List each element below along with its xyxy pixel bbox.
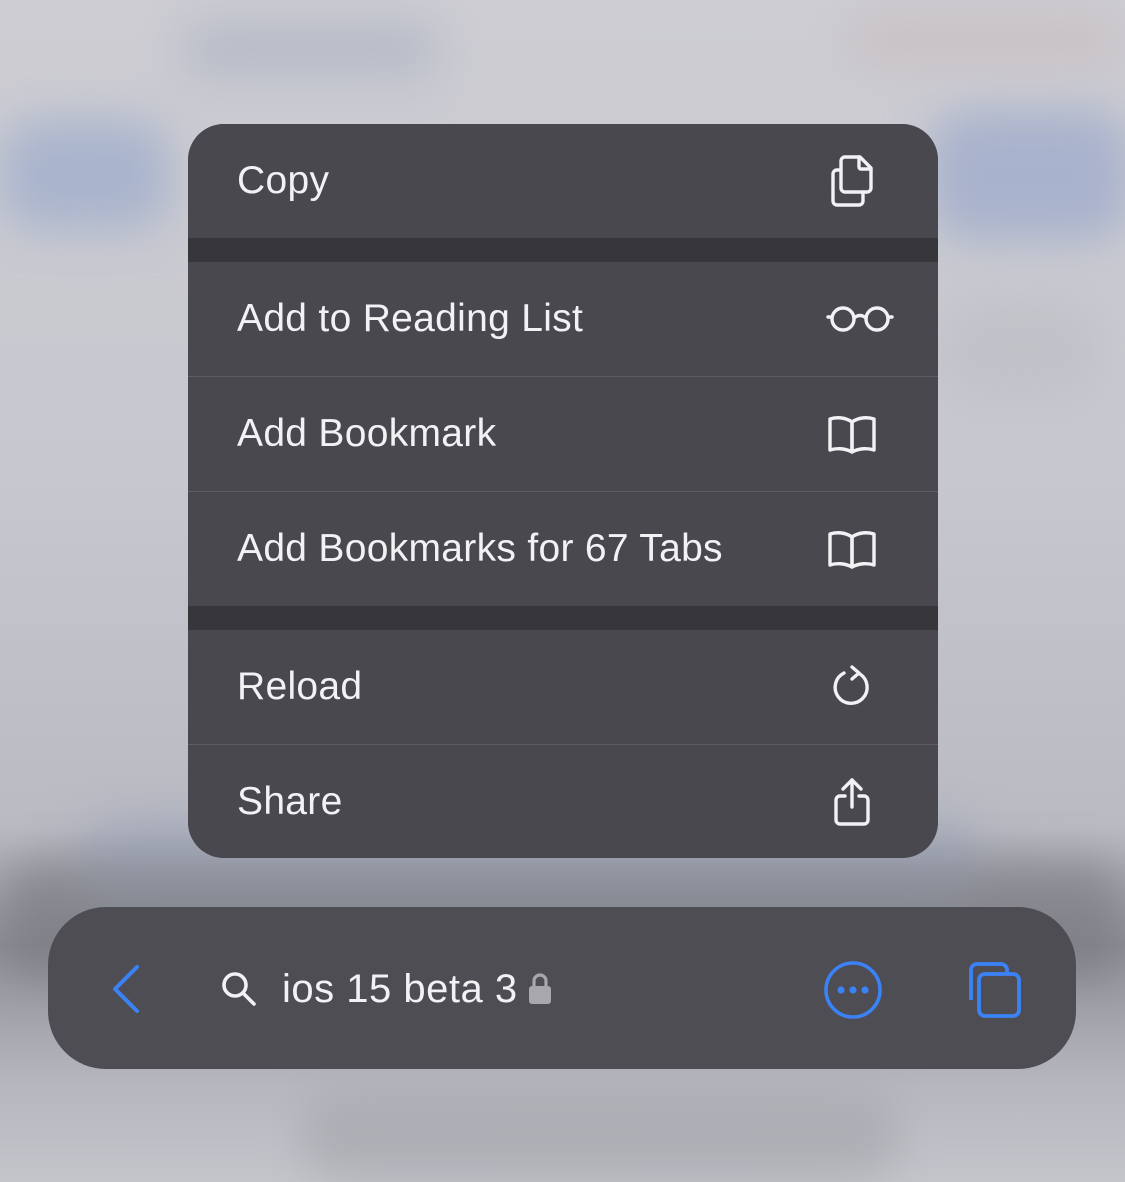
menu-item-add-to-reading-list[interactable]: Add to Reading List: [188, 262, 938, 376]
chevron-left-icon: [113, 965, 139, 1013]
search-icon: [218, 968, 260, 1010]
book-icon: [818, 402, 886, 466]
tabs-button[interactable]: [960, 957, 1026, 1023]
background-blur-shape: [180, 20, 440, 80]
menu-item-label: Add to Reading List: [237, 297, 584, 340]
menu-item-label: Reload: [237, 665, 363, 708]
menu-item-add-bookmark[interactable]: Add Bookmark: [188, 377, 938, 491]
menu-item-reload[interactable]: Reload: [188, 630, 938, 744]
lock-icon: [526, 969, 554, 1009]
menu-item-label: Add Bookmarks for 67 Tabs: [237, 527, 723, 570]
glasses-icon: [824, 287, 896, 351]
menu-item-share[interactable]: Share: [188, 745, 938, 858]
background-blur-shape: [0, 120, 170, 230]
menu-item-label: Copy: [237, 159, 330, 202]
share-icon: [818, 770, 886, 834]
background-blur-shape: [940, 300, 1100, 400]
menu-item-copy[interactable]: Copy: [188, 124, 938, 238]
menu-section-separator: [188, 606, 938, 630]
tabs-icon: [969, 962, 1021, 1018]
background-blur-shape: [930, 110, 1125, 240]
menu-item-add-bookmarks-for-tabs[interactable]: Add Bookmarks for 67 Tabs: [188, 492, 938, 606]
context-menu: Copy Add to Reading List Add Bookmark Ad…: [188, 124, 938, 858]
back-button[interactable]: [104, 959, 148, 1019]
book-icon: [818, 517, 886, 581]
reload-icon: [818, 655, 886, 719]
copy-icon: [818, 149, 886, 213]
menu-item-label: Add Bookmark: [237, 412, 497, 455]
background-blur-shape: [850, 20, 1120, 60]
menu-section-separator: [188, 238, 938, 262]
ellipsis-circle-icon: [824, 961, 882, 1019]
background-blur-shape: [300, 1090, 900, 1180]
more-options-button[interactable]: [822, 959, 884, 1021]
menu-item-label: Share: [237, 779, 343, 823]
address-text: ios 15 beta 3: [282, 966, 518, 1011]
bottom-toolbar: ios 15 beta 3: [48, 907, 1076, 1069]
address-bar[interactable]: ios 15 beta 3: [208, 947, 628, 1031]
